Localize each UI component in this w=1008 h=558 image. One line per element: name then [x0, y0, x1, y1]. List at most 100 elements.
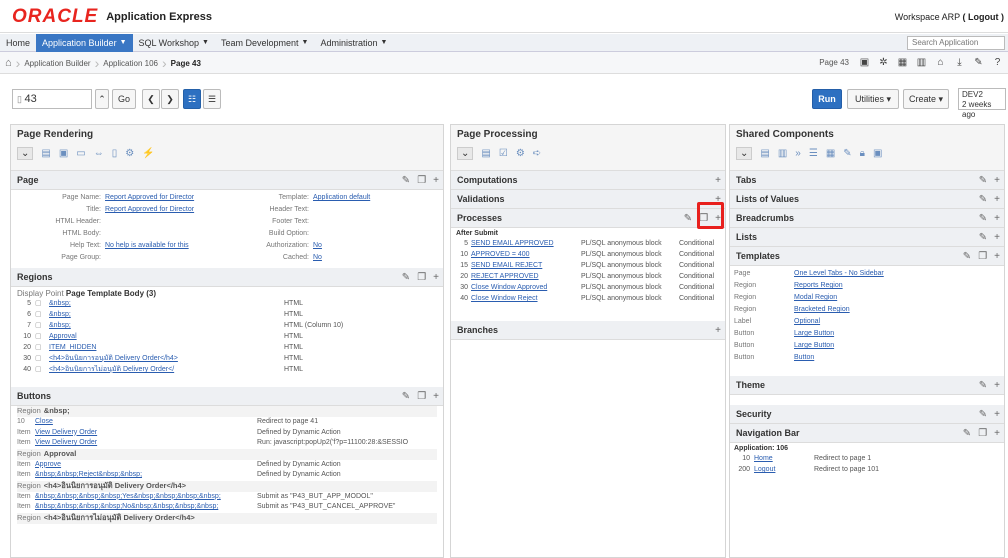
lock-unlocked-icon[interactable]: ⌂: [934, 56, 947, 69]
region-name[interactable]: <h4>อินนิยการอนุมัติ Delivery Order</h4>: [49, 354, 284, 365]
page-up-button[interactable]: ⌃: [95, 89, 109, 109]
nav-bar-icon[interactable]: ▣: [873, 148, 882, 159]
breadcrumb-icon[interactable]: »: [795, 148, 801, 159]
list-icon[interactable]: ☰: [809, 148, 818, 159]
property-value[interactable]: Report Approved for Director: [105, 206, 194, 213]
nav-item-name[interactable]: Logout: [754, 465, 814, 476]
button-name[interactable]: View Delivery Order: [35, 428, 257, 439]
process-name[interactable]: REJECT APPROVED: [471, 272, 581, 283]
edit-icon[interactable]: ✎: [972, 56, 985, 69]
property-value[interactable]: No help is available for this: [105, 242, 189, 249]
shared-components-icon[interactable]: ▦: [896, 56, 909, 69]
run-button[interactable]: Run: [812, 89, 842, 109]
button-name[interactable]: Approve: [35, 460, 257, 471]
menu-item-application-builder[interactable]: Application Builder ▼: [36, 34, 133, 52]
security-icon[interactable]: 🔒︎: [860, 148, 865, 159]
copy-icon[interactable]: ❐: [417, 387, 426, 406]
template-name[interactable]: Button: [794, 353, 814, 365]
edit-icon[interactable]: ✎: [402, 387, 410, 406]
template-icon[interactable]: ▦: [826, 148, 835, 159]
menu-item-administration[interactable]: Administration ▼: [314, 34, 393, 52]
previous-page-button[interactable]: ❮: [142, 89, 160, 109]
edit-icon[interactable]: ✎: [979, 171, 987, 190]
region-name[interactable]: &nbsp;: [49, 321, 284, 332]
template-name[interactable]: Modal Region: [794, 293, 837, 305]
add-icon[interactable]: +: [715, 321, 721, 340]
button-name[interactable]: &nbsp;&nbsp;Reject&nbsp;&nbsp;: [35, 470, 257, 481]
process-name[interactable]: APPROVED = 400: [471, 250, 581, 261]
component-view-icon[interactable]: ☷: [183, 89, 201, 109]
page-icon[interactable]: ▯: [112, 148, 118, 159]
process-name[interactable]: SEND EMAIL APPROVED: [471, 239, 581, 250]
process-name[interactable]: SEND EMAIL REJECT: [471, 261, 581, 272]
create-menu-button[interactable]: Create ▾: [903, 89, 949, 109]
validation-icon[interactable]: ☑: [499, 148, 508, 159]
edit-icon[interactable]: ✎: [979, 228, 987, 247]
template-name[interactable]: One Level Tabs - No Sidebar: [794, 269, 884, 281]
edit-icon[interactable]: ✎: [963, 424, 971, 443]
button-name[interactable]: View Delivery Order: [35, 438, 257, 449]
dynamic-action-icon[interactable]: ⚙: [125, 148, 134, 159]
process-icon[interactable]: ⚙: [516, 148, 525, 159]
menu-item-home[interactable]: Home: [0, 34, 36, 52]
template-name[interactable]: Reports Region: [794, 281, 843, 293]
lov-icon[interactable]: ▥: [778, 148, 787, 159]
edit-icon[interactable]: ✎: [979, 405, 987, 424]
menu-item-team-development[interactable]: Team Development ▼: [215, 34, 314, 52]
copy-icon[interactable]: ❐: [978, 247, 987, 266]
template-name[interactable]: Optional: [794, 317, 820, 329]
add-icon[interactable]: +: [433, 171, 439, 190]
region-name[interactable]: <h4>อินนิยการไม่อนุมัติ Delivery Order</: [49, 365, 284, 376]
computation-icon[interactable]: ▤: [481, 148, 490, 159]
go-button[interactable]: Go: [112, 89, 136, 109]
add-icon[interactable]: +: [433, 268, 439, 287]
add-icon[interactable]: +: [994, 424, 1000, 443]
logout-link[interactable]: ( Logout ): [963, 12, 1004, 22]
template-name[interactable]: Large Button: [794, 329, 834, 341]
edit-icon[interactable]: ✎: [402, 268, 410, 287]
search-application-input[interactable]: Search Application: [907, 36, 1005, 50]
add-icon[interactable]: +: [994, 405, 1000, 424]
copy-icon[interactable]: ❐: [417, 171, 426, 190]
button-name[interactable]: Close: [35, 417, 257, 428]
tree-view-icon[interactable]: ☰: [203, 89, 221, 109]
region-icon[interactable]: ▤: [41, 148, 50, 159]
add-icon[interactable]: +: [433, 387, 439, 406]
add-icon[interactable]: +: [715, 171, 721, 190]
region-name[interactable]: &nbsp;: [49, 310, 284, 321]
add-icon[interactable]: +: [994, 247, 1000, 266]
nav-item-name[interactable]: Home: [754, 454, 814, 465]
branch-icon[interactable]: ➪: [533, 148, 541, 159]
branch-icon[interactable]: ⇔: [94, 148, 104, 159]
next-page-button[interactable]: ❯: [161, 89, 179, 109]
property-value[interactable]: No: [313, 254, 322, 261]
chevron-down-icon[interactable]: ⌄: [17, 147, 34, 160]
process-icon[interactable]: ⚡: [142, 148, 154, 159]
edit-icon[interactable]: ✎: [684, 209, 692, 228]
lock-icon[interactable]: ▥: [915, 56, 928, 69]
export-icon[interactable]: ⤓: [953, 56, 966, 69]
edit-icon[interactable]: ✎: [402, 171, 410, 190]
process-name[interactable]: Close Window Approved: [471, 283, 581, 294]
template-name[interactable]: Large Button: [794, 341, 834, 353]
add-icon[interactable]: +: [994, 190, 1000, 209]
breadcrumb-application[interactable]: Application 106: [103, 59, 158, 68]
button-name[interactable]: &nbsp;&nbsp;&nbsp;&nbsp;No&nbsp;&nbsp;&n…: [35, 502, 257, 513]
button-icon[interactable]: ▭: [76, 148, 85, 159]
gear-icon[interactable]: ✲: [877, 56, 890, 69]
add-icon[interactable]: +: [994, 209, 1000, 228]
add-icon[interactable]: +: [994, 228, 1000, 247]
help-icon[interactable]: ?: [991, 56, 1004, 69]
breadcrumb-app-builder[interactable]: Application Builder: [24, 59, 90, 68]
page-number-input[interactable]: ▯ 43: [12, 89, 92, 109]
add-icon[interactable]: +: [994, 376, 1000, 395]
menu-item-sql-workshop[interactable]: SQL Workshop ▼: [133, 34, 215, 52]
utilities-menu-button[interactable]: Utilities ▾: [847, 89, 899, 109]
region-name[interactable]: &nbsp;: [49, 299, 284, 310]
add-icon[interactable]: +: [994, 171, 1000, 190]
copy-icon[interactable]: ❐: [978, 424, 987, 443]
chevron-down-icon[interactable]: ⌄: [457, 147, 474, 160]
button-name[interactable]: &nbsp;&nbsp;&nbsp;&nbsp;Yes&nbsp;&nbsp;&…: [35, 492, 257, 503]
tab-icon[interactable]: ▤: [760, 148, 769, 159]
template-name[interactable]: Bracketed Region: [794, 305, 850, 317]
